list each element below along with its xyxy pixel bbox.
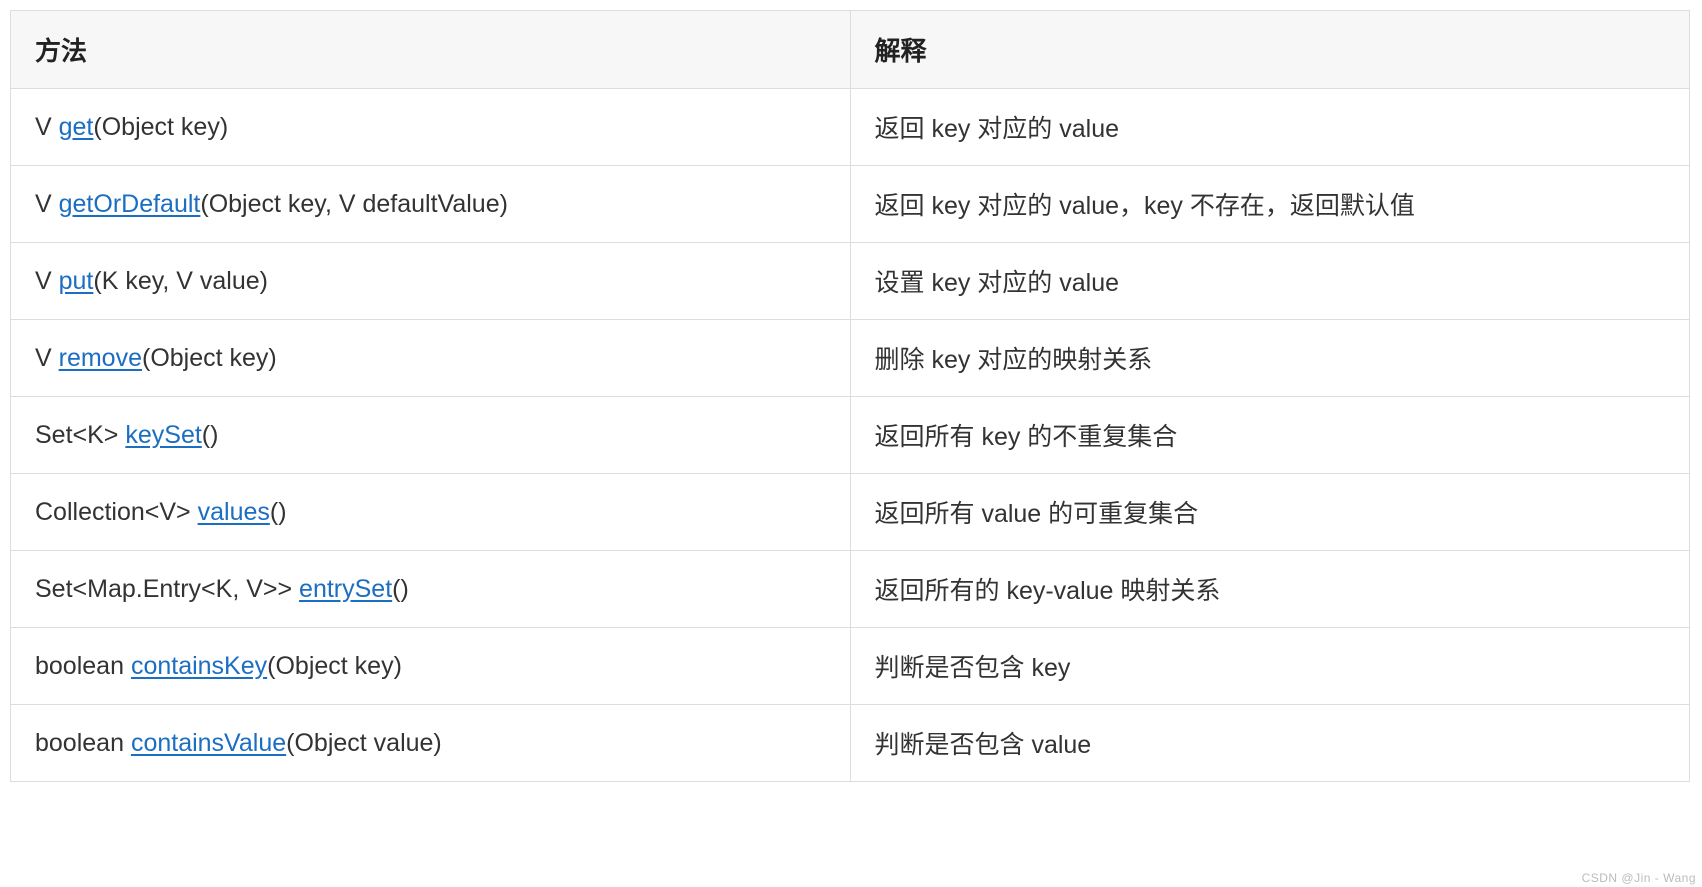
table-row: V get(Object key) 返回 key 对应的 value	[11, 89, 1690, 166]
method-suffix: ()	[202, 421, 219, 449]
desc-cell: 设置 key 对应的 value	[850, 243, 1690, 320]
desc-cell: 判断是否包含 key	[850, 628, 1690, 705]
method-link[interactable]: keySet	[125, 421, 201, 449]
method-prefix: V	[35, 190, 59, 218]
method-prefix: Set<K>	[35, 421, 125, 449]
desc-cell: 返回所有 value 的可重复集合	[850, 474, 1690, 551]
method-prefix: Collection<V>	[35, 498, 198, 526]
method-prefix: Set<Map.Entry<K, V>>	[35, 575, 299, 603]
method-suffix: ()	[392, 575, 409, 603]
method-cell: boolean containsValue(Object value)	[11, 705, 851, 782]
table-row: boolean containsValue(Object value) 判断是否…	[11, 705, 1690, 782]
desc-cell: 返回所有的 key-value 映射关系	[850, 551, 1690, 628]
method-suffix: (K key, V value)	[93, 267, 268, 295]
watermark-text: CSDN @Jin - Wang	[1582, 871, 1696, 885]
method-link[interactable]: getOrDefault	[59, 190, 201, 218]
table-row: boolean containsKey(Object key) 判断是否包含 k…	[11, 628, 1690, 705]
table-header-row: 方法 解释	[11, 11, 1690, 89]
method-suffix: (Object key, V defaultValue)	[200, 190, 508, 218]
desc-cell: 返回 key 对应的 value	[850, 89, 1690, 166]
method-cell: V getOrDefault(Object key, V defaultValu…	[11, 166, 851, 243]
method-prefix: V	[35, 267, 59, 295]
method-link[interactable]: values	[198, 498, 270, 526]
desc-cell: 返回所有 key 的不重复集合	[850, 397, 1690, 474]
method-link[interactable]: containsValue	[131, 729, 286, 757]
method-cell: Collection<V> values()	[11, 474, 851, 551]
method-cell: V put(K key, V value)	[11, 243, 851, 320]
table-row: V put(K key, V value) 设置 key 对应的 value	[11, 243, 1690, 320]
method-prefix: V	[35, 113, 59, 141]
method-cell: boolean containsKey(Object key)	[11, 628, 851, 705]
method-suffix: (Object key)	[142, 344, 277, 372]
method-cell: Set<Map.Entry<K, V>> entrySet()	[11, 551, 851, 628]
method-suffix: (Object key)	[267, 652, 402, 680]
desc-cell: 删除 key 对应的映射关系	[850, 320, 1690, 397]
method-cell: V remove(Object key)	[11, 320, 851, 397]
table-row: Set<Map.Entry<K, V>> entrySet() 返回所有的 ke…	[11, 551, 1690, 628]
table-row: V remove(Object key) 删除 key 对应的映射关系	[11, 320, 1690, 397]
api-table: 方法 解释 V get(Object key) 返回 key 对应的 value…	[10, 10, 1690, 782]
method-link[interactable]: put	[59, 267, 94, 295]
method-cell: Set<K> keySet()	[11, 397, 851, 474]
desc-cell: 返回 key 对应的 value，key 不存在，返回默认值	[850, 166, 1690, 243]
method-prefix: boolean	[35, 729, 131, 757]
header-method: 方法	[11, 11, 851, 89]
method-link[interactable]: entrySet	[299, 575, 392, 603]
table-row: Collection<V> values() 返回所有 value 的可重复集合	[11, 474, 1690, 551]
table-row: Set<K> keySet() 返回所有 key 的不重复集合	[11, 397, 1690, 474]
method-link[interactable]: containsKey	[131, 652, 267, 680]
method-cell: V get(Object key)	[11, 89, 851, 166]
method-prefix: boolean	[35, 652, 131, 680]
method-suffix: (Object value)	[286, 729, 442, 757]
table-row: V getOrDefault(Object key, V defaultValu…	[11, 166, 1690, 243]
method-link[interactable]: get	[59, 113, 94, 141]
desc-cell: 判断是否包含 value	[850, 705, 1690, 782]
method-suffix: (Object key)	[93, 113, 228, 141]
method-link[interactable]: remove	[59, 344, 142, 372]
header-desc: 解释	[850, 11, 1690, 89]
method-suffix: ()	[270, 498, 287, 526]
method-prefix: V	[35, 344, 59, 372]
